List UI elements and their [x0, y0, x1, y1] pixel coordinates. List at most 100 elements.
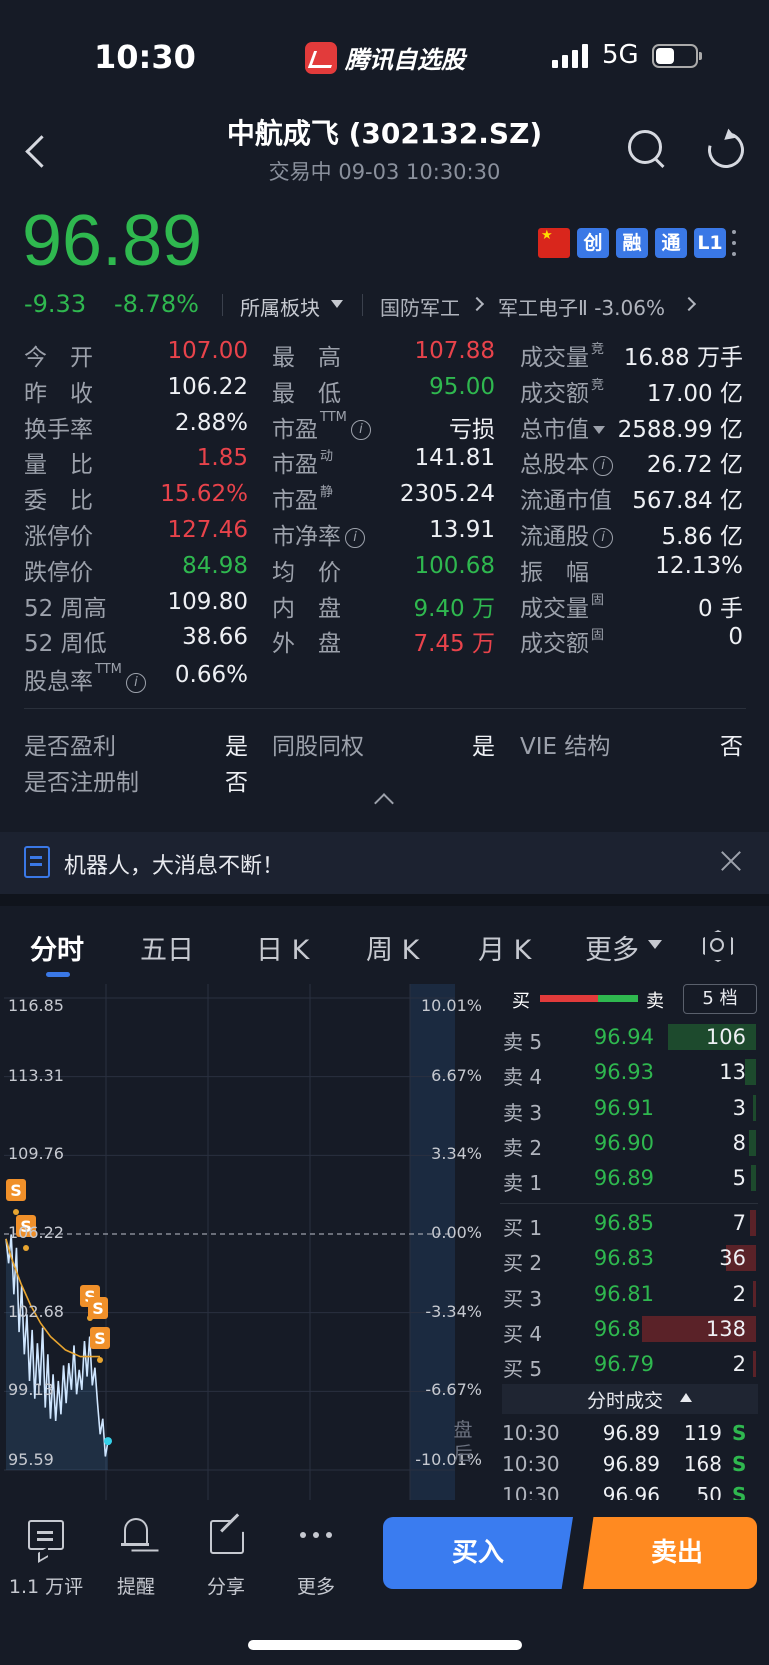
badge-chinext[interactable]: 创	[577, 228, 609, 258]
price-change-percent: -8.78%	[114, 290, 199, 318]
ask-level-label: 卖 5	[503, 1030, 543, 1054]
stat-label-text: 市盈	[272, 416, 318, 443]
stat-label: 流通股 i	[520, 517, 613, 551]
divider	[362, 294, 363, 316]
tab-five-day[interactable]: 五日	[140, 928, 194, 967]
y-axis-price-label: 95.59	[8, 1450, 54, 1469]
ticks-title[interactable]: 分时成交	[502, 1386, 748, 1413]
news-icon	[24, 846, 50, 878]
stat-label-text: 外 盘	[272, 631, 341, 658]
ask-price[interactable]: 96.89	[580, 1166, 654, 1190]
stat-label-text: 跌停价	[24, 559, 93, 586]
chart-svg: SSSSS	[4, 984, 455, 1500]
more-vertical-icon[interactable]	[730, 228, 738, 258]
stat-label-text: 成交量	[520, 345, 589, 371]
tick-price: 96.89	[602, 1452, 660, 1476]
stat-label-sup: 竞	[591, 342, 605, 357]
refresh-icon[interactable]	[704, 128, 746, 170]
info-icon[interactable]: i	[593, 455, 613, 476]
bid-volume-bar	[750, 1210, 756, 1236]
sector-dropdown[interactable]: 所属板块	[240, 292, 320, 321]
more-horizontal-icon	[298, 1516, 334, 1552]
stat-label: 成交量固	[520, 589, 604, 623]
search-icon[interactable]	[624, 126, 670, 172]
sell-marker-label: S	[10, 1181, 22, 1200]
info-icon[interactable]: i	[593, 527, 613, 548]
stat-label: 最 高	[272, 338, 341, 372]
stat-label-text: 涨停价	[24, 524, 93, 550]
y-axis-price-label: 99.13	[8, 1380, 54, 1400]
sell-button[interactable]: 卖出	[583, 1517, 757, 1589]
ask-price[interactable]: 96.90	[580, 1131, 654, 1155]
stat-label: 总市值	[520, 410, 605, 444]
stat-label-text: 成交量	[520, 595, 589, 622]
tab-monthly-k[interactable]: 月 K	[478, 928, 531, 967]
badge-level1[interactable]: L1	[694, 228, 726, 258]
ask-volume-bar	[753, 1094, 756, 1121]
stat-value: 38.66	[182, 624, 248, 651]
ask-volume: 3	[732, 1095, 746, 1120]
bid-level-label: 买 1	[503, 1216, 543, 1240]
info-icon[interactable]: i	[125, 672, 146, 693]
bid-price[interactable]: 96.85	[580, 1211, 654, 1235]
y-axis-percent-label: 6.67%	[431, 1065, 482, 1085]
stat-label: 振 幅	[520, 553, 589, 587]
sector-link-defense[interactable]: 国防军工	[380, 292, 460, 321]
trade-marker-dot	[13, 1209, 19, 1215]
flag-label: 同股同权	[272, 734, 364, 760]
stat-label-text: 市盈	[272, 452, 318, 479]
y-axis-percent-label: 3.34%	[431, 1144, 482, 1164]
tab-weekly-k[interactable]: 周 K	[366, 928, 419, 967]
bid-volume: 7	[732, 1211, 746, 1235]
tick-price: 96.89	[602, 1421, 660, 1445]
tab-active-indicator	[46, 972, 70, 977]
y-axis-percent-label: -3.34%	[425, 1301, 482, 1321]
depth-button[interactable]: 5 档	[683, 984, 757, 1014]
tab-daily-k[interactable]: 日 K	[256, 928, 309, 967]
info-icon[interactable]: i	[345, 527, 365, 548]
flag-value: 否	[720, 734, 743, 760]
stat-value: 1.85	[196, 445, 248, 472]
sell-marker-label: S	[94, 1329, 106, 1348]
stat-label: 量 比	[24, 445, 93, 479]
stat-value: 16.88 万手	[623, 345, 743, 371]
china-flag-icon	[538, 228, 570, 258]
stat-label-text: 流通股	[520, 524, 589, 550]
ask-price[interactable]: 96.94	[580, 1025, 654, 1049]
buy-button[interactable]: 买入	[383, 1517, 573, 1589]
stat-label-text: 昨 收	[24, 380, 93, 407]
info-icon[interactable]: i	[350, 420, 371, 441]
badge-margin[interactable]: 融	[616, 228, 648, 258]
stat-label-sup: TTM	[320, 409, 347, 425]
bid-volume: 2	[732, 1352, 746, 1377]
stat-label-sup: 固	[591, 592, 605, 608]
intraday-chart[interactable]: SSSSS	[4, 984, 487, 1500]
status-app: 腾讯自选股	[305, 40, 465, 75]
battery-icon	[652, 44, 702, 68]
stat-label: 跌停价	[24, 553, 93, 587]
close-icon[interactable]	[718, 848, 744, 874]
home-indicator[interactable]	[248, 1640, 522, 1650]
stat-value: 141.81	[414, 445, 495, 472]
chevron-up-icon[interactable]	[374, 793, 394, 813]
y-axis-price-label: 102.68	[8, 1301, 64, 1321]
price-area	[6, 1234, 108, 1470]
stat-label-sup: 动	[320, 449, 334, 465]
stat-value: 100.68	[414, 552, 495, 579]
settings-icon[interactable]	[702, 928, 732, 960]
caret-down-icon[interactable]	[593, 426, 605, 435]
sell-marker-label: S	[92, 1299, 104, 1318]
ask-price[interactable]: 96.91	[580, 1096, 654, 1120]
badge-connect[interactable]: 通	[655, 228, 687, 258]
bid-level-label: 买 5	[503, 1357, 543, 1382]
ask-volume-bar	[751, 1165, 756, 1192]
bid-price[interactable]: 96.81	[580, 1282, 654, 1306]
news-text[interactable]: 机器人，大消息不断！	[64, 848, 284, 880]
stat-label-text: 市盈	[272, 488, 318, 515]
ask-price[interactable]: 96.93	[580, 1060, 654, 1084]
tab-intraday[interactable]: 分时	[30, 928, 84, 967]
sector-link-electronics[interactable]: 军工电子Ⅱ -3.06%	[498, 292, 665, 321]
bid-price[interactable]: 96.83	[580, 1246, 654, 1270]
tab-more[interactable]: 更多	[585, 928, 639, 967]
bid-price[interactable]: 96.79	[580, 1352, 654, 1376]
